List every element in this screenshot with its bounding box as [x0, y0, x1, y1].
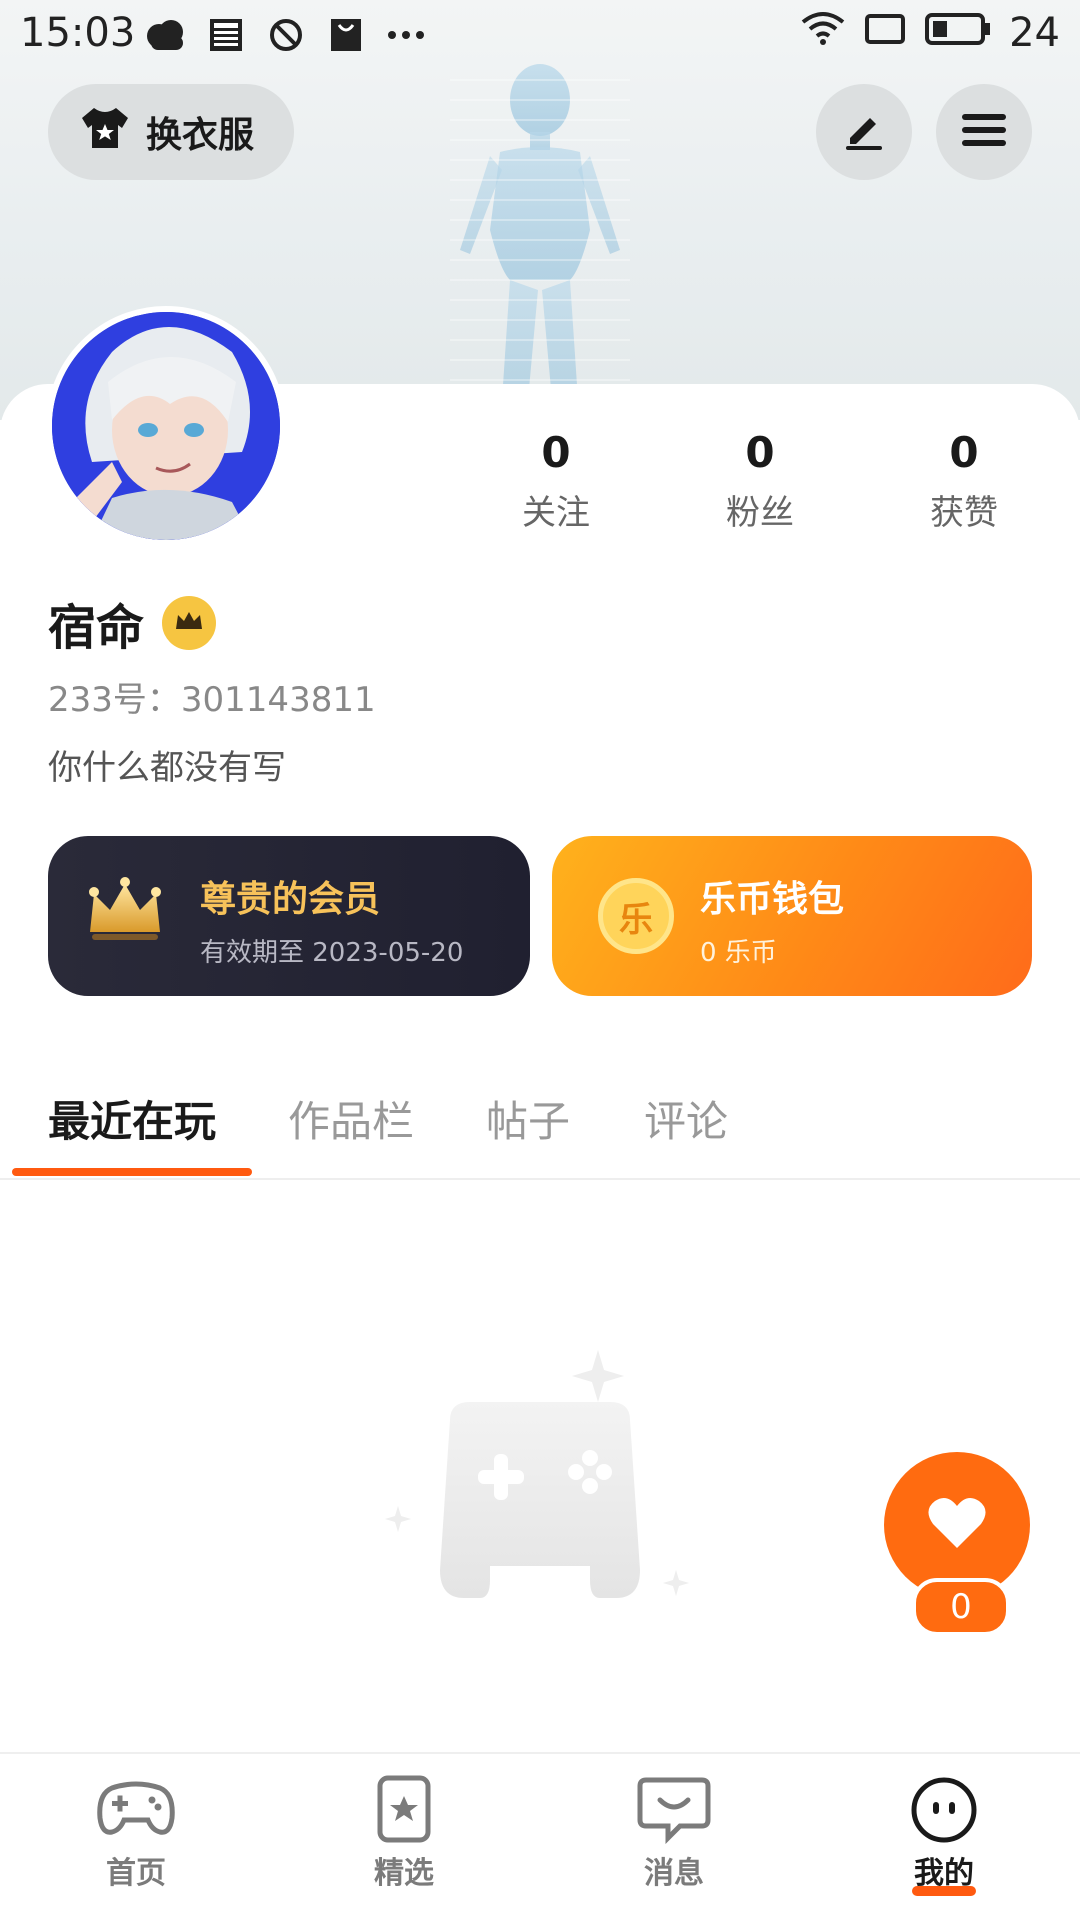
wallet-card-balance: 0 乐币 [700, 938, 777, 968]
coin-icon-char: 乐 [619, 899, 653, 940]
profile-face-icon [911, 1777, 977, 1843]
nav-home-label: 首页 [106, 1856, 166, 1891]
status-time: 15:03 [20, 10, 136, 56]
shopping-bag-icon [325, 14, 367, 56]
change-outfit-label: 换衣服 [146, 115, 255, 156]
stat-fans-count: 0 [745, 428, 775, 477]
stat-following-count: 0 [541, 428, 571, 477]
user-bio[interactable]: 你什么都没有写 [48, 740, 286, 789]
news-icon [205, 14, 247, 56]
user-id-value: 301143811 [180, 680, 376, 720]
stat-fans-label: 粉丝 [726, 493, 794, 533]
nav-featured-label: 精选 [374, 1856, 434, 1891]
stat-likes-label: 获赞 [930, 493, 998, 533]
vip-card-expiry: 有效期至 2023-05-20 [200, 938, 464, 968]
bottom-navigation: 首页 精选 消息 我的 [0, 1752, 1080, 1922]
edit-profile-button[interactable] [816, 84, 912, 180]
status-notification-icons [145, 14, 427, 56]
change-outfit-button[interactable]: 换衣服 [48, 84, 294, 180]
status-bar: 15:03 24 [0, 0, 1080, 70]
tab-recently-played[interactable]: 最近在玩 [48, 1088, 216, 1149]
featured-star-icon [377, 1775, 431, 1843]
do-not-disturb-icon [265, 14, 307, 56]
shirt-icon [78, 104, 132, 161]
status-system-icons: 24 [801, 10, 1060, 56]
nav-featured[interactable]: 精选 [334, 1774, 474, 1892]
like-floating-button[interactable] [884, 1452, 1030, 1598]
vip-card-title: 尊贵的会员 [200, 879, 381, 920]
nav-home[interactable]: 首页 [66, 1774, 206, 1892]
nav-profile-label: 我的 [914, 1856, 974, 1891]
like-count-badge: 0 [912, 1578, 1010, 1636]
stat-fans[interactable]: 0 粉丝 [680, 428, 840, 534]
avatar-hologram-figure [450, 64, 630, 400]
avatar-image [52, 312, 280, 540]
message-icon [637, 1777, 711, 1844]
battery-icon [925, 10, 991, 56]
edit-icon [840, 106, 888, 158]
nav-profile[interactable]: 我的 [874, 1774, 1014, 1896]
tab-works[interactable]: 作品栏 [288, 1088, 414, 1149]
crown-icon [174, 609, 204, 637]
active-tab-indicator [12, 1168, 252, 1176]
coin-wallet-card[interactable]: 乐 乐币钱包 0 乐币 [552, 836, 1032, 996]
heart-icon [927, 1496, 987, 1554]
weather-icon [145, 14, 187, 56]
menu-button[interactable] [936, 84, 1032, 180]
coin-icon: 乐 [598, 878, 674, 954]
user-name: 宿命 [48, 600, 145, 656]
battery-level: 24 [1009, 10, 1060, 56]
wifi-icon [801, 10, 845, 56]
vip-membership-card[interactable]: 尊贵的会员 有效期至 2023-05-20 [48, 836, 530, 996]
menu-icon [960, 110, 1008, 154]
stat-likes[interactable]: 0 获赞 [884, 428, 1044, 534]
nav-messages[interactable]: 消息 [604, 1774, 744, 1892]
nav-messages-label: 消息 [644, 1856, 704, 1891]
user-id-label: 233号： [48, 680, 181, 720]
profile-tabs: 最近在玩 作品栏 帖子 评论 [0, 1080, 1080, 1180]
tab-comments[interactable]: 评论 [644, 1088, 728, 1149]
stat-likes-count: 0 [949, 428, 979, 477]
user-id[interactable]: 233号：301143811 [48, 672, 376, 721]
tab-posts[interactable]: 帖子 [486, 1088, 570, 1149]
vip-crown-badge[interactable] [162, 596, 216, 650]
empty-state-gamepad-illustration [385, 1350, 689, 1598]
stat-following-label: 关注 [522, 493, 590, 533]
gold-crown-icon [84, 876, 166, 952]
user-avatar[interactable] [46, 306, 286, 546]
wallet-card-title: 乐币钱包 [700, 879, 845, 920]
gamepad-icon [97, 1781, 175, 1835]
more-dots-icon [385, 14, 427, 56]
screen-rotate-icon [863, 10, 907, 56]
stat-following[interactable]: 0 关注 [476, 428, 636, 534]
